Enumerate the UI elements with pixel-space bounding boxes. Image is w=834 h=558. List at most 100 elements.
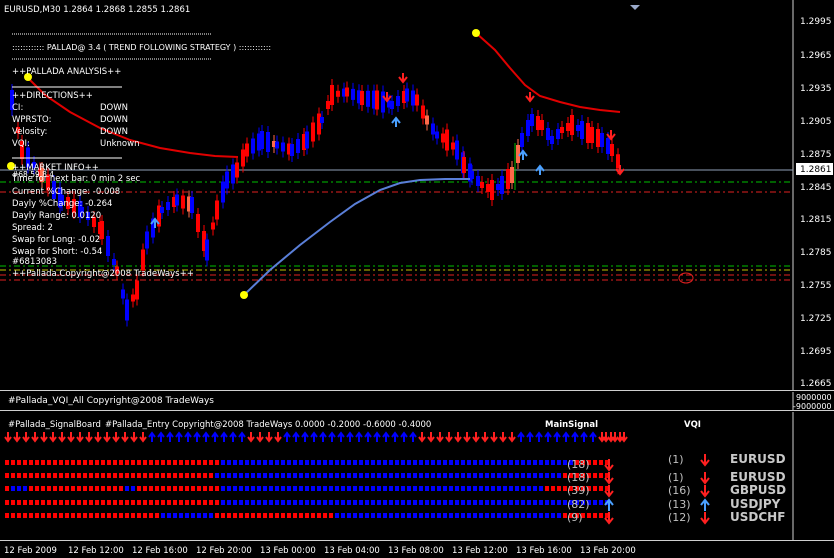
signal-cell (191, 473, 195, 478)
signal-cell (191, 460, 195, 465)
candle-body (225, 171, 229, 189)
dir-value: DOWN (100, 103, 128, 113)
signal-cell (593, 473, 597, 478)
signal-cell (41, 460, 45, 465)
signal-dot-rows (5, 460, 609, 518)
candle-body (196, 214, 200, 232)
down-arrow-icon (620, 432, 628, 443)
vqi-value: (16) (668, 484, 691, 497)
time-tick: 13 Feb 08:00 (388, 546, 444, 556)
signal-cell (389, 486, 393, 491)
signal-cell (329, 500, 333, 505)
signal-cell (557, 486, 561, 491)
signal-cell (239, 486, 243, 491)
dir-value: DOWN (100, 115, 128, 125)
candle-body (500, 176, 504, 194)
candle-body (536, 116, 540, 130)
up-arrow-icon (292, 431, 300, 442)
signal-cell (35, 500, 39, 505)
candle-body (366, 90, 370, 107)
signal-cell (83, 513, 87, 518)
signal-cell (101, 500, 105, 505)
down-arrow-icon (49, 432, 57, 443)
signal-cell (533, 500, 537, 505)
signal-cell (521, 473, 525, 478)
signal-cell (593, 460, 597, 465)
signal-cell (113, 513, 117, 518)
signal-cell (515, 500, 519, 505)
signal-cell (533, 460, 537, 465)
signal-cell (389, 460, 393, 465)
signal-cell (251, 513, 255, 518)
signal-cell (509, 500, 513, 505)
signal-cell (311, 486, 315, 491)
signal-cell (419, 500, 423, 505)
down-arrow-icon (31, 432, 39, 443)
signal-cell (383, 486, 387, 491)
signal-cell (539, 473, 543, 478)
up-arrow-icon (220, 431, 228, 442)
up-arrow-icon (148, 431, 156, 442)
signal-cell (287, 513, 291, 518)
main-chart-window[interactable]: 1.2995 1.2965 1.2935 1.2905 1.2875 1.284… (0, 0, 834, 391)
signal-cell (443, 513, 447, 518)
signal-cell (29, 513, 33, 518)
time-tick: 13 Feb 20:00 (580, 546, 636, 556)
signal-cell (137, 500, 141, 505)
candle-body (462, 157, 466, 173)
price-tick: 1.2755 (800, 281, 832, 291)
signal-cell (311, 500, 315, 505)
signalboard-window[interactable]: #Pallada_SignalBoard #Pallada_Entry Copy… (0, 412, 834, 541)
signal-cell (185, 500, 189, 505)
vqi-value: (1) (668, 453, 684, 466)
signal-cell (149, 513, 153, 518)
candle-body (205, 239, 209, 261)
signal-cell (197, 460, 201, 465)
time-tick: 12 Feb 12:00 (68, 546, 124, 556)
up-arrow-icon (355, 431, 363, 442)
signal-cell (113, 473, 117, 478)
signal-cell (119, 513, 123, 518)
signal-cell (353, 513, 357, 518)
signal-cell (143, 513, 147, 518)
signal-cell (131, 500, 135, 505)
signal-cell (545, 486, 549, 491)
candle-body (100, 221, 104, 239)
signal-cell (203, 500, 207, 505)
up-arrow-icon (589, 431, 597, 442)
up-arrow-icon (211, 431, 219, 442)
signal-cell (389, 473, 393, 478)
candle-body (311, 122, 315, 142)
signal-cell (77, 460, 81, 465)
price-chart[interactable]: 1.2995 1.2965 1.2935 1.2905 1.2875 1.284… (0, 0, 834, 391)
directions-heading: ++DIRECTIONS++ (12, 91, 93, 101)
signal-cell (287, 460, 291, 465)
signal-cell (245, 486, 249, 491)
down-arrow-icon (139, 432, 147, 443)
signal-cell (473, 513, 477, 518)
signal-cell (395, 513, 399, 518)
signal-cell (527, 513, 531, 518)
signal-cell (227, 473, 231, 478)
signal-cell (503, 486, 507, 491)
signal-cell (83, 486, 87, 491)
signal-cell (233, 500, 237, 505)
signal-cell (65, 460, 69, 465)
vqi-indicator-window[interactable]: #Pallada_VQI_All Copyright@2008 TradeWay… (0, 392, 834, 411)
signal-cell (599, 473, 603, 478)
candle-body (112, 259, 116, 265)
signal-cell (413, 460, 417, 465)
candle-body (435, 131, 439, 139)
signal-cell (323, 500, 327, 505)
signal-cell (239, 460, 243, 465)
signal-cell (191, 513, 195, 518)
signal-cell (485, 513, 489, 518)
signal-cell (275, 500, 279, 505)
signal-cell (203, 473, 207, 478)
signal-cell (461, 513, 465, 518)
candle-body (431, 123, 435, 135)
signal-cell (269, 500, 273, 505)
candle-body (470, 171, 474, 179)
chart-shift-marker-icon[interactable] (630, 5, 640, 10)
signal-cell (95, 500, 99, 505)
